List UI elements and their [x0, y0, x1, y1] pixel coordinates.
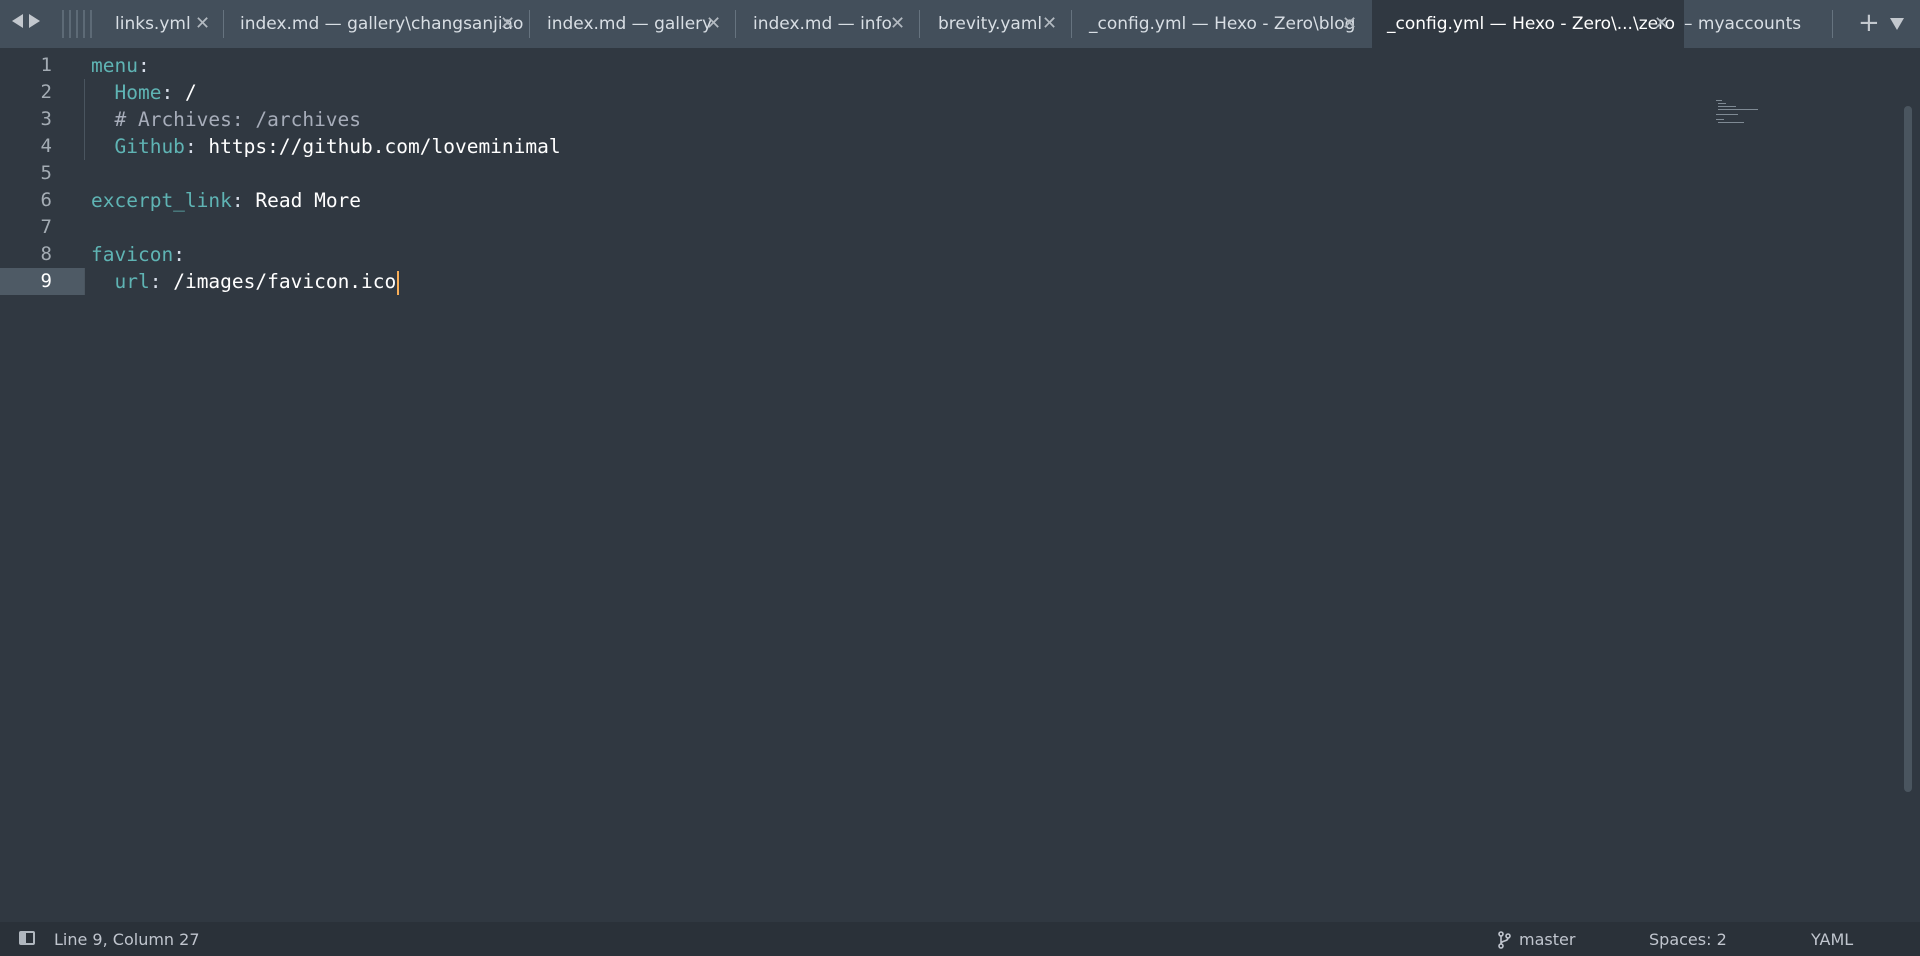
tab-close-icon[interactable]: ✕	[500, 14, 515, 34]
code-line: # Archives: /archives	[91, 106, 561, 133]
tab-config-blog[interactable]: _config.yml — Hexo - Zero\blog ✕	[1072, 0, 1372, 48]
line-number-gutter: 1 2 3 4 5 6 7 8 9	[0, 52, 60, 295]
tab-scroll-right-icon[interactable]	[29, 14, 40, 28]
tab-close-icon[interactable]: ✕	[890, 14, 905, 34]
yaml-colon: :	[137, 54, 150, 77]
yaml-value: https://github.com/loveminimal	[196, 135, 561, 158]
yaml-value: Read More	[243, 189, 362, 212]
tab-index-info[interactable]: index.md — info ✕	[736, 0, 920, 48]
new-tab-icon[interactable]: +	[1858, 10, 1880, 36]
tab-nav-arrows	[12, 14, 40, 28]
line-number: 2	[40, 81, 52, 103]
yaml-colon: :	[161, 81, 174, 104]
tab-myaccounts[interactable]: – myaccounts	[1684, 0, 1833, 48]
tab-index-changsanjiao[interactable]: index.md — gallery\changsanjiao ✕	[224, 0, 530, 48]
minimap[interactable]	[1712, 98, 1772, 128]
code-line: menu:	[91, 52, 561, 79]
yaml-key: Home	[114, 81, 162, 104]
code-content: menu: Home: / # Archives: /archives Gith…	[91, 52, 561, 295]
line-number: 7	[40, 216, 52, 238]
yaml-value: /images/favicon.ico	[161, 270, 397, 293]
indent-guide	[84, 268, 85, 295]
yaml-key: excerpt_link	[91, 189, 232, 212]
code-line-current: url: /images/favicon.ico	[91, 268, 561, 295]
code-line: excerpt_link: Read More	[91, 187, 561, 214]
yaml-key: Github	[114, 135, 185, 158]
tab-close-icon[interactable]: ✕	[706, 14, 721, 34]
tab-brevity-yaml[interactable]: brevity.yaml ✕	[920, 0, 1072, 48]
cursor-position[interactable]: Line 9, Column 27	[54, 930, 200, 949]
tab-label: links.yml	[115, 14, 191, 34]
tab-close-icon[interactable]: ✕	[1654, 14, 1669, 34]
yaml-key: menu	[91, 54, 138, 77]
yaml-value: /	[173, 81, 197, 104]
line-number-current: 9	[40, 270, 52, 292]
yaml-colon: :	[231, 189, 244, 212]
yaml-key: url	[114, 270, 150, 293]
tab-scroll-left-icon[interactable]	[12, 14, 23, 28]
indentation-setting[interactable]: Spaces: 2	[1649, 930, 1727, 949]
toggle-sidebar-icon[interactable]	[19, 931, 35, 945]
vertical-scrollbar[interactable]	[1904, 106, 1912, 792]
tab-label: index.md — info	[753, 14, 892, 34]
yaml-colon: :	[184, 135, 197, 158]
code-editor[interactable]: 1 2 3 4 5 6 7 8 9 menu: Home: / # Archiv…	[0, 48, 1920, 922]
tab-bar: links.yml ✕ index.md — gallery\changsanj…	[0, 0, 1920, 48]
yaml-comment: # Archives: /archives	[114, 108, 362, 131]
tab-close-icon[interactable]: ✕	[1042, 14, 1057, 34]
line-number: 4	[40, 135, 52, 157]
tab-config-zero-active[interactable]: _config.yml — Hexo - Zero\...\zero ✕	[1372, 0, 1684, 48]
yaml-key: favicon	[91, 243, 174, 266]
tab-label: brevity.yaml	[938, 14, 1043, 34]
line-number: 1	[40, 54, 52, 76]
git-branch-icon	[1498, 931, 1511, 949]
status-bar: Line 9, Column 27 master Spaces: 2 YAML	[0, 922, 1920, 956]
tab-label: – myaccounts	[1684, 14, 1802, 34]
tab-label: _config.yml — Hexo - Zero\...\zero	[1387, 14, 1676, 34]
yaml-colon: :	[173, 243, 185, 266]
tab-overflow-indicator	[62, 10, 92, 38]
line-number: 3	[40, 108, 52, 130]
tab-label: index.md — gallery	[547, 14, 713, 34]
code-line: favicon:	[91, 241, 561, 268]
tab-links-yml[interactable]: links.yml ✕	[100, 0, 224, 48]
text-caret	[397, 270, 400, 295]
code-line: Home: /	[91, 79, 561, 106]
tab-list-dropdown-icon[interactable]	[1890, 18, 1904, 30]
yaml-colon: :	[149, 270, 162, 293]
tab-index-gallery[interactable]: index.md — gallery ✕	[530, 0, 736, 48]
line-number: 6	[40, 189, 52, 211]
syntax-selector[interactable]: YAML	[1811, 930, 1853, 949]
tab-close-icon[interactable]: ✕	[1342, 14, 1357, 34]
line-number: 5	[40, 162, 52, 184]
tab-label: index.md — gallery\changsanjiao	[240, 14, 524, 34]
tab-close-icon[interactable]: ✕	[195, 14, 210, 34]
tab-label: _config.yml — Hexo - Zero\blog	[1089, 14, 1356, 34]
line-number: 8	[40, 243, 52, 265]
code-line: Github: https://github.com/loveminimal	[91, 133, 561, 160]
indent-guide	[84, 79, 85, 160]
git-branch-name[interactable]: master	[1519, 930, 1575, 949]
